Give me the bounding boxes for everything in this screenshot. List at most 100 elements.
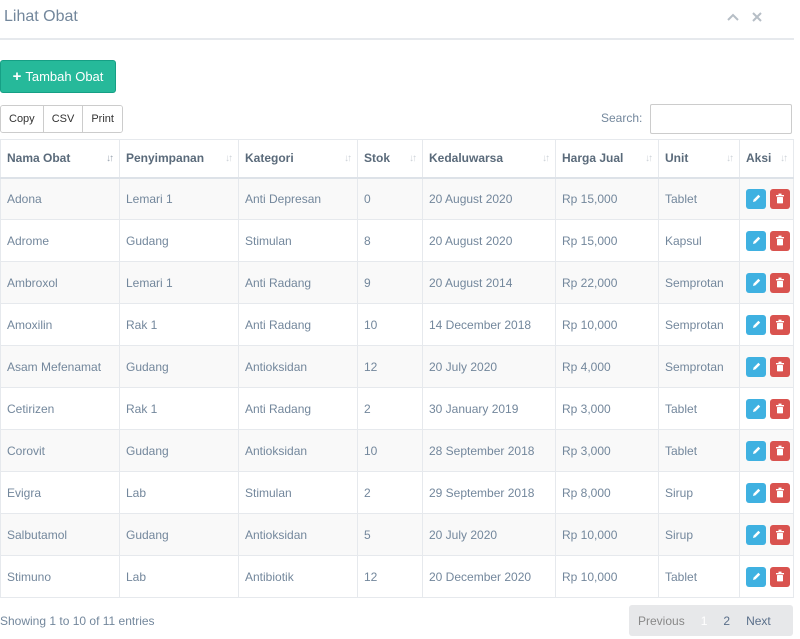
cell-aksi [739,387,794,430]
edit-button[interactable] [746,230,766,251]
cell-aksi [739,219,794,262]
cell-aksi [739,471,794,514]
cell-penyimpanan: Rak 1 [119,387,239,430]
cell-nama-obat: Corovit [0,429,120,472]
delete-button[interactable] [770,314,790,335]
cell-penyimpanan: Lemari 1 [119,177,239,220]
cell-stok: 12 [357,345,423,388]
cell-penyimpanan: Gudang [119,513,239,556]
delete-button[interactable] [770,356,790,377]
previous-page-button[interactable]: Previous [629,605,693,636]
chevron-up-icon[interactable] [726,10,740,24]
delete-button[interactable] [770,566,790,587]
table-row: Stimuno Lab Antibiotik 12 20 December 2020 Rp… [0,555,794,598]
cell-kategori: Stimulan [238,471,358,514]
table-row: Asam Mefenamat Gudang Antioksidan 12 20 July… [0,345,794,388]
trash-icon [776,571,784,582]
column-header-kedaluwarsa[interactable]: Kedaluwarsa ↓↑ [422,139,556,178]
edit-button[interactable] [746,482,766,503]
cell-nama-obat: Adona [0,177,120,220]
panel-title: Lihat Obat [4,8,78,25]
next-page-button[interactable]: Next [738,605,779,636]
cell-nama-obat: Amoxilin [0,303,120,346]
cell-aksi [739,345,794,388]
cell-aksi [739,303,794,346]
table-body: Adona Lemari 1 Anti Depresan 0 20 August 202… [0,177,794,598]
edit-button[interactable] [746,440,766,461]
column-header-stok[interactable]: Stok ↓↑ [357,139,423,178]
table-row: Corovit Gudang Antioksidan 10 28 September 2… [0,429,794,472]
cell-harga-jual: Rp 8,000 [555,471,659,514]
edit-button[interactable] [746,356,766,377]
page-2-button[interactable]: 2 [715,605,738,636]
cell-harga-jual: Rp 3,000 [555,429,659,472]
cell-nama-obat: Evigra [0,471,120,514]
sort-icon: ↓↑ [645,153,653,164]
copy-button[interactable]: Copy [1,106,44,132]
trash-icon [776,361,784,372]
print-button[interactable]: Print [83,106,122,132]
cell-aksi [739,555,794,598]
column-header-label: Kedaluwarsa [429,151,504,166]
trash-icon [776,529,784,540]
cell-stok: 10 [357,303,423,346]
cell-kedaluwarsa: 20 December 2020 [422,555,556,598]
cell-kategori: Antioksidan [238,513,358,556]
cell-kategori: Anti Depresan [238,177,358,220]
column-header-aksi[interactable]: Aksi ↓↑ [739,139,794,178]
table-row: Salbutamol Gudang Antioksidan 5 20 July 2020… [0,513,794,556]
cell-stok: 9 [357,261,423,304]
cell-penyimpanan: Gudang [119,219,239,262]
pencil-icon [752,236,760,244]
column-header-harga-jual[interactable]: Harga Jual ↓↑ [555,139,659,178]
delete-button[interactable] [770,482,790,503]
csv-button[interactable]: CSV [43,106,84,132]
delete-button[interactable] [770,524,790,545]
close-icon[interactable] [750,10,764,24]
delete-button[interactable] [770,272,790,293]
cell-penyimpanan: Gudang [119,345,239,388]
cell-unit: Sirup [658,471,740,514]
cell-unit: Kapsul [658,219,740,262]
column-header-unit[interactable]: Unit ↓↑ [658,139,740,178]
pencil-icon [752,278,760,286]
search-label: Search: [601,111,643,125]
cell-unit: Tablet [658,177,740,220]
search-input[interactable] [650,104,792,134]
edit-button[interactable] [746,188,766,209]
cell-harga-jual: Rp 4,000 [555,345,659,388]
edit-button[interactable] [746,566,766,587]
page-1-button[interactable]: 1 [693,605,716,636]
pencil-icon [752,530,760,538]
column-header-nama-obat[interactable]: Nama Obat ↓↑ [0,139,120,178]
edit-button[interactable] [746,524,766,545]
cell-unit: Tablet [658,387,740,430]
cell-unit: Tablet [658,555,740,598]
cell-unit: Semprotan [658,345,740,388]
add-medicine-button[interactable]: + Tambah Obat [0,60,116,93]
delete-button[interactable] [770,230,790,251]
delete-button[interactable] [770,188,790,209]
table-row: Adona Lemari 1 Anti Depresan 0 20 August 202… [0,177,794,220]
trash-icon [776,277,784,288]
cell-harga-jual: Rp 15,000 [555,177,659,220]
cell-nama-obat: Salbutamol [0,513,120,556]
sort-icon: ↓↑ [344,153,352,164]
edit-button[interactable] [746,314,766,335]
pencil-icon [752,404,760,412]
sort-icon: ↓↑ [225,153,233,164]
delete-button[interactable] [770,398,790,419]
edit-button[interactable] [746,398,766,419]
pencil-icon [752,488,760,496]
column-header-penyimpanan[interactable]: Penyimpanan ↓↑ [119,139,239,178]
cell-aksi [739,261,794,304]
delete-button[interactable] [770,440,790,461]
pencil-icon [752,195,760,203]
cell-kedaluwarsa: 20 July 2020 [422,513,556,556]
cell-unit: Tablet [658,429,740,472]
column-header-kategori[interactable]: Kategori ↓↑ [238,139,358,178]
cell-kategori: Antioksidan [238,345,358,388]
edit-button[interactable] [746,272,766,293]
table-row: Amoxilin Rak 1 Anti Radang 10 14 December 20… [0,303,794,346]
column-header-label: Harga Jual [562,151,624,166]
